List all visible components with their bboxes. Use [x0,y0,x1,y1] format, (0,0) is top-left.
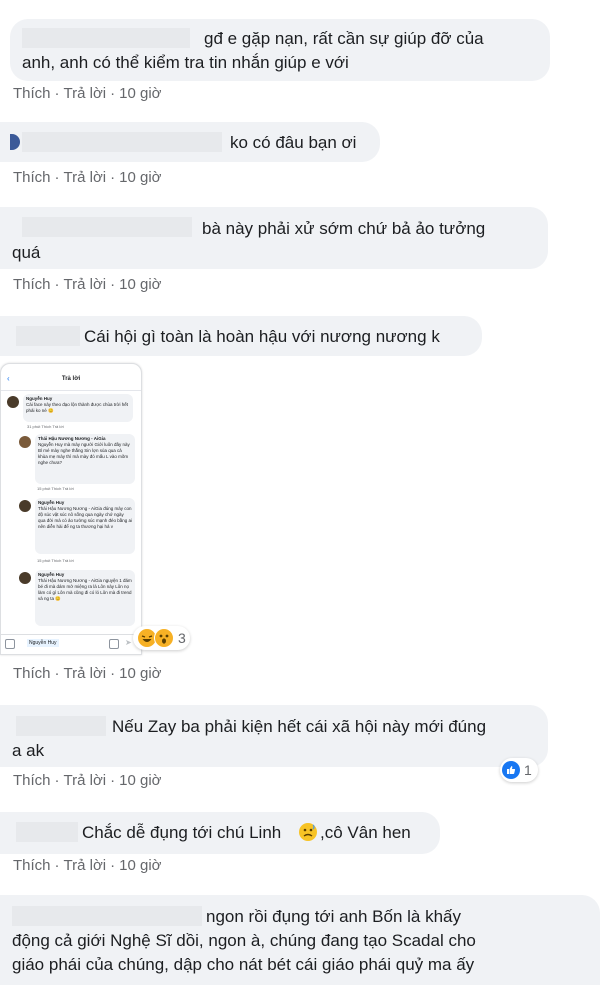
comment-timestamp: 10 giờ [119,169,162,186]
like-link[interactable]: Thích [13,665,51,682]
reply-link[interactable]: Trả lời [64,857,107,874]
thumbs-up-icon [502,761,520,779]
mention-chip: Nguyễn Huy [27,639,59,647]
comment-text-line: gđ e gặp nạn, rất cần sự giúp đỡ của [204,29,484,48]
avatar [19,436,31,448]
reply-link[interactable]: Trả lời [64,276,107,293]
mini-comment: Thái Hậu Nương Nương - AiGia Nguyễn Huy m… [35,434,135,484]
comment-timestamp: 10 giờ [119,665,162,682]
mini-comment: Nguyễn Huy Cái face này theo đạo lộn thàn… [23,394,133,422]
like-link[interactable]: Thích [13,85,51,102]
comment-timestamp: 10 giờ [119,276,162,293]
redacted-author-name [22,132,222,152]
wow-emoji-icon [154,628,174,648]
comment-text-line: giáo phái của chúng, dập cho nát bét cái… [12,955,475,974]
comment-text-line: Chắc dễ đụng tới chú Linh [82,823,282,842]
comment-text-line: ko có đâu bạn ơi [230,133,357,152]
avatar [7,396,19,408]
screenshot-title: Trả lời [61,376,81,382]
comment-actions: Thích · Trả lời · 10 giờ [13,169,162,186]
comment-text-line: quá [12,243,41,262]
comment-text-line: ,cô Vân hen [320,823,411,842]
comment-text-line: Nếu Zay ba phải kiện hết cái xã hội này … [112,717,487,736]
mini-meta: 15 phút Thích Trả lời [37,558,74,563]
comment-text-line: a ak [12,741,45,760]
comment-timestamp: 10 giờ [119,857,162,874]
reaction-count[interactable]: 3 [133,626,190,650]
mini-comment: Nguyễn Huy Thái Hậu Nương Nương - AiGia n… [35,570,135,626]
redacted-author-name [22,217,192,237]
comment-text-line: Cái hội gì toàn là hoàn hậu với nương nư… [84,327,440,346]
reaction-count[interactable]: 1 [500,758,538,782]
comment-actions: Thích · Trả lời · 10 giờ [13,85,162,102]
like-link[interactable]: Thích [13,772,51,789]
comment-actions: Thích · Trả lời · 10 giờ [13,857,162,874]
like-link[interactable]: Thích [13,276,51,293]
mini-meta: 15 phút Thích Trả lời [37,486,74,491]
reply-link[interactable]: Trả lời [64,169,107,186]
reply-link[interactable]: Trả lời [64,85,107,102]
reply-link[interactable]: Trả lời [64,772,107,789]
redacted-author-name [16,716,106,736]
redacted-author-name [16,326,80,346]
redacted-author-name [12,906,202,926]
mini-comment: Nguyễn Huy Thái Hậu Nương Nương - AiGia đ… [35,498,135,554]
comment-text-line: ngon rồi đụng tới anh Bốn là khấy [206,907,461,926]
comment-text-line: anh, anh có thể kiểm tra tin nhắn giúp e… [22,53,349,72]
reaction-number: 1 [524,762,532,778]
confused-emoji-icon [298,822,318,842]
screenshot-reply-input: Nguyễn Huy ➤ [1,634,141,653]
comment-text-line: bà này phải xử sớm chứ bả ảo tưởng [202,219,486,238]
comment-actions: Thích · Trả lời · 10 giờ [13,665,162,682]
reply-link[interactable]: Trả lời [64,665,107,682]
like-link[interactable]: Thích [13,857,51,874]
mini-meta: 31 phút Thích Trả lời [27,424,64,429]
reaction-number: 3 [178,630,186,646]
comment-actions: Thích · Trả lời · 10 giờ [13,276,162,293]
avatar [19,572,31,584]
avatar [19,500,31,512]
redacted-author-name [22,28,190,48]
comment-timestamp: 10 giờ [119,772,162,789]
comment-actions: Thích · Trả lời · 10 giờ [13,772,162,789]
comment-text-line: động cả giới Nghệ Sĩ dồi, ngon à, chúng … [12,931,476,950]
redacted-author-name [16,822,78,842]
like-link[interactable]: Thích [13,169,51,186]
comment-timestamp: 10 giờ [119,85,162,102]
attached-screenshot-image[interactable]: ‹ Trả lời Nguyễn Huy Cái face này theo đạ… [0,363,142,655]
